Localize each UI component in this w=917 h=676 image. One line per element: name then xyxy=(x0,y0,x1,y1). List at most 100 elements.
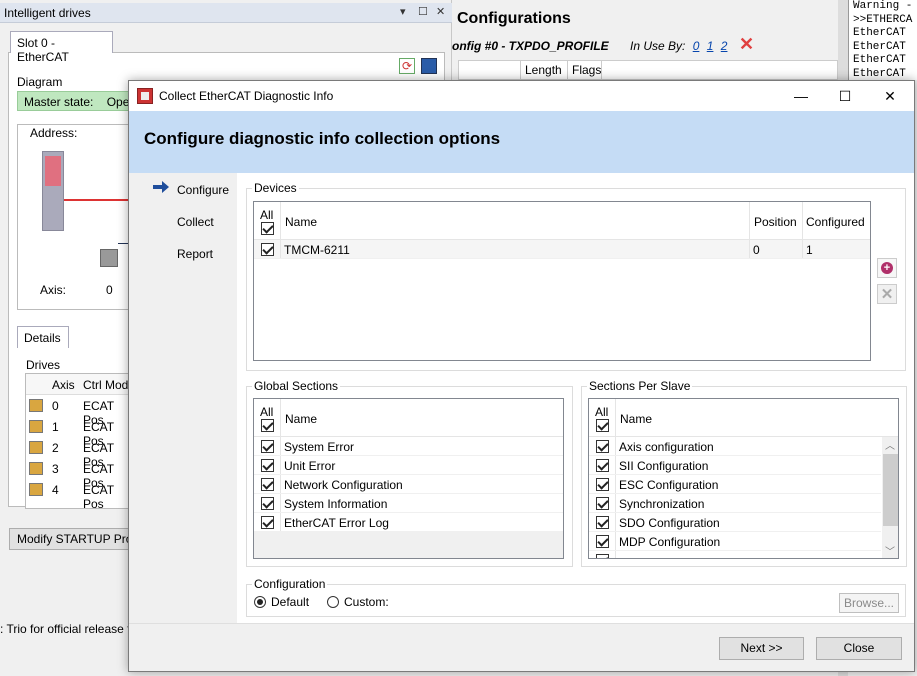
in-use-link[interactable]: 1 xyxy=(707,39,714,53)
custom-radio-label[interactable]: Custom: xyxy=(344,595,389,609)
scroll-up-icon[interactable]: ︿ xyxy=(885,437,895,452)
next-button[interactable]: Next >> xyxy=(719,637,804,660)
address-label: Address: xyxy=(30,126,78,140)
row-checkbox[interactable] xyxy=(596,554,609,558)
select-all-checkbox[interactable] xyxy=(596,419,609,432)
axis-cell: 1 xyxy=(52,420,59,434)
list-item[interactable]: MDP Configuration xyxy=(589,532,881,551)
row-checkbox[interactable] xyxy=(596,478,609,491)
tab-details[interactable]: Details xyxy=(17,326,69,348)
grid-empty-area xyxy=(254,532,563,558)
list-item[interactable]: System Error xyxy=(254,437,563,456)
column-header-name[interactable]: Name xyxy=(620,412,652,426)
column-header-position[interactable]: Position xyxy=(754,215,797,229)
close-window-button[interactable]: ✕ xyxy=(877,86,903,106)
devices-legend: Devices xyxy=(254,181,297,195)
x-icon: ✕ xyxy=(880,286,894,303)
sections-per-slave-legend: Sections Per Slave xyxy=(589,379,691,393)
default-radio[interactable] xyxy=(254,596,266,608)
page-title: Configure diagnostic info collection opt… xyxy=(144,129,501,148)
table-row[interactable]: 3 ECAT Pos xyxy=(26,458,134,490)
row-checkbox[interactable] xyxy=(596,440,609,453)
select-all-checkbox[interactable] xyxy=(261,419,274,432)
list-item-partial[interactable] xyxy=(589,551,881,558)
maximize-button[interactable]: ☐ xyxy=(832,86,858,106)
table-row[interactable]: 2 ECAT Pos xyxy=(26,437,134,469)
refresh-icon[interactable]: ⟳ xyxy=(399,58,415,74)
custom-radio[interactable] xyxy=(327,596,339,608)
row-checkbox[interactable] xyxy=(261,497,274,510)
dropdown-icon[interactable]: ▾ xyxy=(400,5,406,18)
maximize-icon[interactable]: ☐ xyxy=(418,5,428,18)
pdo-table-header xyxy=(458,60,838,80)
minimize-button[interactable]: — xyxy=(788,86,814,106)
table-row[interactable]: 1 ECAT Pos xyxy=(26,416,134,448)
drive-icon xyxy=(29,483,43,496)
modify-startup-button[interactable]: Modify STARTUP Prog xyxy=(9,528,134,550)
console-line: EtherCAT xyxy=(853,27,906,39)
row-checkbox[interactable] xyxy=(596,516,609,529)
default-radio-label[interactable]: Default xyxy=(271,595,309,609)
list-item[interactable]: Axis configuration xyxy=(589,437,881,456)
console-line: >>ETHERCA xyxy=(853,13,913,26)
list-item[interactable]: Unit Error xyxy=(254,456,563,475)
nav-item-collect[interactable]: Collect xyxy=(177,215,214,229)
drives-label: Drives xyxy=(26,358,61,372)
row-checkbox[interactable] xyxy=(261,243,274,256)
section-name: SDO Configuration xyxy=(619,516,720,530)
arrow-right-icon xyxy=(153,181,169,193)
column-header[interactable]: Axis xyxy=(52,378,75,392)
nav-item-configure[interactable]: Configure xyxy=(177,183,229,197)
scroll-thumb[interactable] xyxy=(883,454,898,526)
sections-per-slave-grid: All Name Axis configuration SII Configur… xyxy=(588,398,899,559)
in-use-link[interactable]: 2 xyxy=(721,39,728,53)
browse-button[interactable]: Browse... xyxy=(839,593,899,613)
device-position: 0 xyxy=(753,243,760,257)
column-header-configured[interactable]: Configured xyxy=(806,215,865,229)
list-item[interactable]: System Information xyxy=(254,494,563,513)
list-item[interactable]: Synchronization xyxy=(589,494,881,513)
console-line: Warning - xyxy=(853,0,913,12)
diagnostic-dialog: Collect EtherCAT Diagnostic Info — ☐ ✕ C… xyxy=(128,80,915,672)
tab-slot-0[interactable]: Slot 0 - EtherCAT xyxy=(10,31,113,64)
drive-node-icon[interactable] xyxy=(100,249,118,267)
add-device-button[interactable]: + xyxy=(877,258,897,278)
list-item[interactable]: SDO Configuration xyxy=(589,513,881,532)
row-checkbox[interactable] xyxy=(261,478,274,491)
table-row[interactable]: TMCM-6211 0 1 xyxy=(254,240,870,259)
dialog-title: Collect EtherCAT Diagnostic Info xyxy=(159,89,334,103)
column-header-name[interactable]: Name xyxy=(285,215,317,229)
list-item[interactable]: Network Configuration xyxy=(254,475,563,494)
list-item[interactable]: SII Configuration xyxy=(589,456,881,475)
remove-device-button[interactable]: ✕ xyxy=(877,284,897,304)
diagram-canvas xyxy=(17,124,138,310)
scroll-down-icon[interactable]: ﹀ xyxy=(885,543,895,558)
delete-icon[interactable]: ✕ xyxy=(739,34,754,55)
row-checkbox[interactable] xyxy=(596,497,609,510)
row-checkbox[interactable] xyxy=(596,535,609,548)
axis-cell: 2 xyxy=(52,441,59,455)
column-header-flags[interactable]: Flags xyxy=(568,61,602,79)
row-checkbox[interactable] xyxy=(261,459,274,472)
device-name: TMCM-6211 xyxy=(284,243,350,257)
table-row[interactable]: 4 ECAT Pos xyxy=(26,479,134,508)
select-all-checkbox[interactable] xyxy=(261,222,274,235)
configurations-title: Configurations xyxy=(457,10,571,27)
row-checkbox[interactable] xyxy=(261,440,274,453)
column-header-length[interactable]: Length xyxy=(520,61,568,79)
list-item[interactable]: ESC Configuration xyxy=(589,475,881,494)
column-header-name[interactable]: Name xyxy=(285,412,317,426)
column-header[interactable]: Ctrl Mod xyxy=(83,378,128,392)
row-checkbox[interactable] xyxy=(261,516,274,529)
row-checkbox[interactable] xyxy=(596,459,609,472)
close-icon[interactable]: ✕ xyxy=(436,5,445,18)
expand-icon[interactable] xyxy=(421,58,437,74)
list-item[interactable]: EtherCAT Error Log xyxy=(254,513,563,532)
axis-cell: 3 xyxy=(52,462,59,476)
close-button[interactable]: Close xyxy=(816,637,902,660)
table-row[interactable]: 0 ECAT Pos xyxy=(26,395,134,427)
in-use-link[interactable]: 0 xyxy=(693,39,700,53)
nav-item-report[interactable]: Report xyxy=(177,247,213,261)
vertical-scrollbar[interactable]: ︿ ﹀ xyxy=(882,437,898,558)
drive-icon xyxy=(29,462,43,475)
